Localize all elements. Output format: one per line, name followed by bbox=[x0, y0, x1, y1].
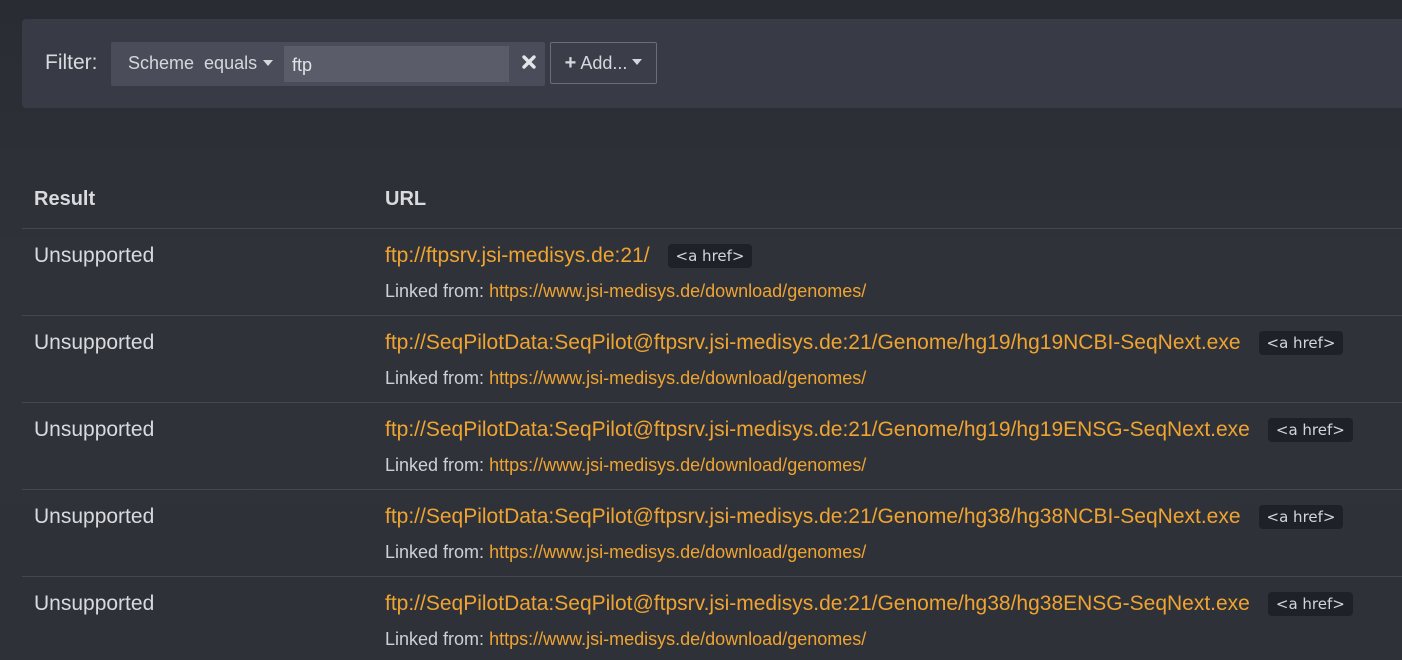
source-page-link[interactable]: https://www.jsi-medisys.de/download/geno… bbox=[489, 629, 866, 649]
linked-from: Linked from: https://www.jsi-medisys.de/… bbox=[385, 281, 866, 302]
link-type-badge: <a href> bbox=[1268, 592, 1353, 616]
linked-from: Linked from: https://www.jsi-medisys.de/… bbox=[385, 542, 866, 563]
table-row: Unsupported ftp://ftpsrv.jsi-medisys.de:2… bbox=[22, 229, 1402, 316]
column-header-url[interactable]: URL bbox=[385, 188, 426, 211]
table-header: Result URL bbox=[22, 175, 1402, 229]
table-row: Unsupported ftp://SeqPilotData:SeqPilot@f… bbox=[22, 403, 1402, 490]
linked-from: Linked from: https://www.jsi-medisys.de/… bbox=[385, 455, 866, 476]
filter-value-input[interactable] bbox=[284, 46, 509, 82]
link-type-badge: <a href> bbox=[1268, 418, 1353, 442]
chevron-down-icon bbox=[632, 59, 642, 65]
url-link[interactable]: ftp://SeqPilotData:SeqPilot@ftpsrv.jsi-m… bbox=[385, 505, 1241, 529]
table-row: Unsupported ftp://SeqPilotData:SeqPilot@f… bbox=[22, 490, 1402, 577]
close-icon bbox=[521, 54, 537, 75]
url-cell: ftp://ftpsrv.jsi-medisys.de:21/ <a href> bbox=[385, 244, 752, 268]
link-type-badge: <a href> bbox=[668, 244, 753, 268]
table-body: Unsupported ftp://ftpsrv.jsi-medisys.de:2… bbox=[22, 229, 1402, 660]
chevron-down-icon bbox=[263, 60, 273, 66]
source-page-link[interactable]: https://www.jsi-medisys.de/download/geno… bbox=[489, 455, 866, 475]
source-page-link[interactable]: https://www.jsi-medisys.de/download/geno… bbox=[489, 281, 866, 301]
linked-from: Linked from: https://www.jsi-medisys.de/… bbox=[385, 629, 866, 650]
linked-from-label: Linked from: bbox=[385, 542, 484, 562]
clear-filter-button[interactable] bbox=[516, 49, 542, 79]
source-page-link[interactable]: https://www.jsi-medisys.de/download/geno… bbox=[489, 368, 866, 388]
linked-from-label: Linked from: bbox=[385, 455, 484, 475]
filter-operator-label: equals bbox=[204, 53, 257, 73]
linked-from-label: Linked from: bbox=[385, 368, 484, 388]
result-cell: Unsupported bbox=[34, 244, 154, 268]
link-type-badge: <a href> bbox=[1259, 331, 1344, 355]
result-cell: Unsupported bbox=[34, 418, 154, 442]
linked-from-label: Linked from: bbox=[385, 281, 484, 301]
filter-field-dropdown[interactable]: Scheme equals bbox=[128, 53, 273, 74]
url-cell: ftp://SeqPilotData:SeqPilot@ftpsrv.jsi-m… bbox=[385, 418, 1353, 442]
linked-from-label: Linked from: bbox=[385, 629, 484, 649]
plus-icon: + bbox=[565, 52, 577, 75]
url-link[interactable]: ftp://ftpsrv.jsi-medisys.de:21/ bbox=[385, 244, 650, 268]
url-cell: ftp://SeqPilotData:SeqPilot@ftpsrv.jsi-m… bbox=[385, 331, 1343, 355]
results-table: Result URL Unsupported ftp://ftpsrv.jsi-m… bbox=[22, 175, 1402, 660]
filter-group: Scheme equals bbox=[111, 42, 545, 86]
url-cell: ftp://SeqPilotData:SeqPilot@ftpsrv.jsi-m… bbox=[385, 592, 1353, 616]
add-filter-button[interactable]: +Add... bbox=[550, 42, 657, 84]
url-cell: ftp://SeqPilotData:SeqPilot@ftpsrv.jsi-m… bbox=[385, 505, 1343, 529]
url-link[interactable]: ftp://SeqPilotData:SeqPilot@ftpsrv.jsi-m… bbox=[385, 592, 1250, 616]
result-cell: Unsupported bbox=[34, 592, 154, 616]
result-cell: Unsupported bbox=[34, 505, 154, 529]
linked-from: Linked from: https://www.jsi-medisys.de/… bbox=[385, 368, 866, 389]
add-filter-label: Add... bbox=[580, 53, 627, 74]
table-row: Unsupported ftp://SeqPilotData:SeqPilot@f… bbox=[22, 316, 1402, 403]
source-page-link[interactable]: https://www.jsi-medisys.de/download/geno… bbox=[489, 542, 866, 562]
filter-panel: Filter: Scheme equals +Add... bbox=[22, 19, 1402, 108]
url-link[interactable]: ftp://SeqPilotData:SeqPilot@ftpsrv.jsi-m… bbox=[385, 331, 1241, 355]
result-cell: Unsupported bbox=[34, 331, 154, 355]
table-row: Unsupported ftp://SeqPilotData:SeqPilot@f… bbox=[22, 577, 1402, 660]
filter-label: Filter: bbox=[45, 51, 98, 75]
link-type-badge: <a href> bbox=[1259, 505, 1344, 529]
filter-field-label: Scheme bbox=[128, 53, 194, 73]
column-header-result[interactable]: Result bbox=[34, 188, 95, 211]
url-link[interactable]: ftp://SeqPilotData:SeqPilot@ftpsrv.jsi-m… bbox=[385, 418, 1250, 442]
